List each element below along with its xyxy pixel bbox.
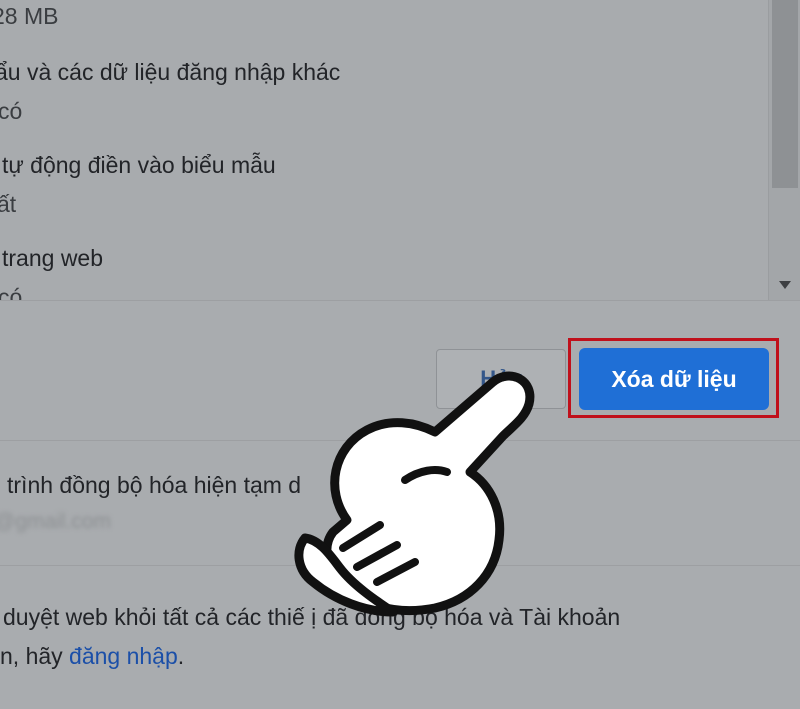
- passwords-item-title[interactable]: ẩu và các dữ liệu đăng nhập khác: [0, 59, 340, 86]
- autofill-item-subtitle: ất: [0, 191, 17, 217]
- sign-in-link[interactable]: đăng nhập: [69, 643, 178, 669]
- site-settings-item-title[interactable]: trang web: [2, 245, 103, 272]
- autofill-item-title[interactable]: tự động điền vào biểu mẫu: [2, 152, 276, 179]
- scrollbar-thumb[interactable]: [772, 0, 798, 188]
- clear-data-button[interactable]: Xóa dữ liệu: [579, 348, 769, 410]
- data-type-list: 28 MB ẩu và các dữ liệu đăng nhập khác c…: [0, 0, 768, 300]
- sign-in-prefix: n, hãy: [0, 643, 70, 669]
- cache-size-text: 28 MB: [0, 3, 59, 29]
- scroll-down-arrow-icon[interactable]: [769, 270, 800, 300]
- sign-in-info-text: n, hãy đăng nhập.: [0, 643, 184, 670]
- site-settings-item-subtitle: có: [0, 284, 23, 300]
- list-scrollbar[interactable]: [768, 0, 800, 300]
- passwords-item-subtitle: có: [0, 98, 23, 124]
- sync-status-text: trình đồng bộ hóa hiện tạm d: [7, 472, 302, 498]
- pointing-hand-icon: [294, 371, 535, 617]
- account-email: @gmail.com: [0, 510, 112, 533]
- sign-in-suffix: .: [177, 643, 185, 669]
